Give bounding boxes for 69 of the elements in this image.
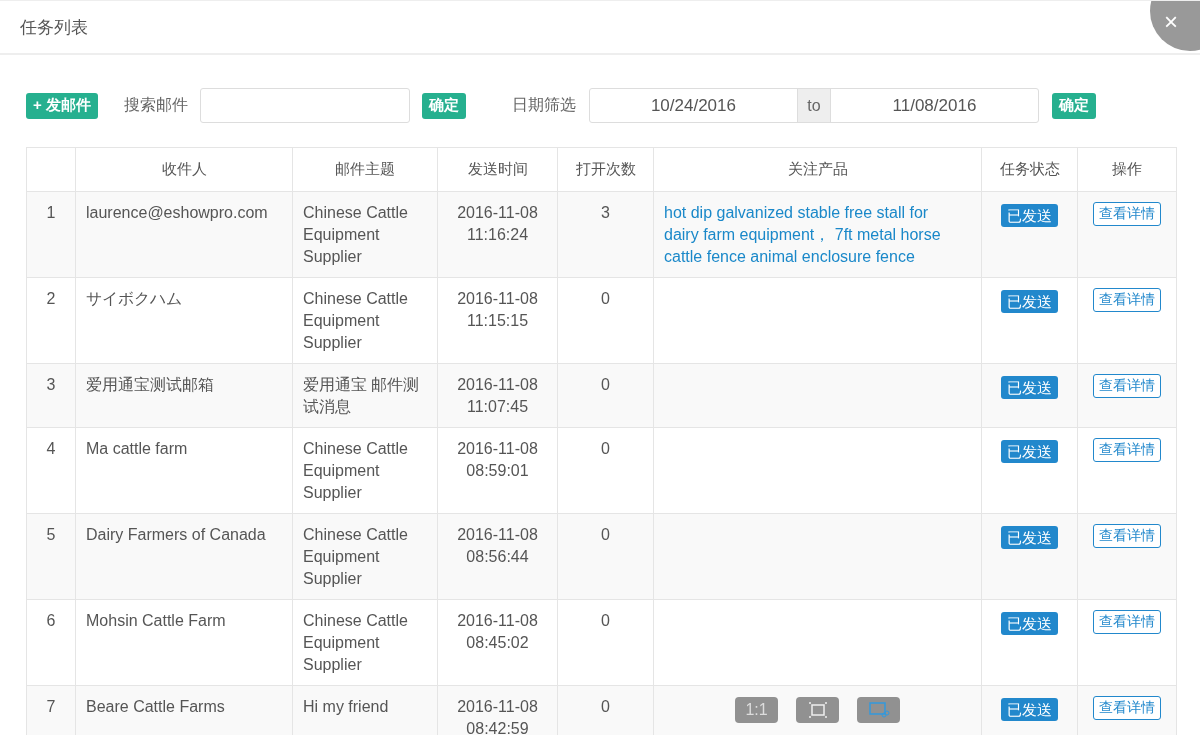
status-badge: 已发送 xyxy=(1001,204,1058,227)
opens-header: 打开次数 xyxy=(557,147,654,192)
row-number: 1 xyxy=(46,203,56,223)
search-field[interactable] xyxy=(199,88,410,123)
subject-text: Chinese Cattle Equipment Supplier xyxy=(303,203,409,267)
frame-icon xyxy=(807,701,828,719)
row-number: 4 xyxy=(46,439,56,459)
recipient-text: Ma cattle farm xyxy=(86,439,188,459)
subject-text: Chinese Cattle Equipment Supplier xyxy=(303,289,409,353)
crop-button[interactable] xyxy=(857,697,900,723)
view-details-button[interactable]: 查看详情 xyxy=(1093,696,1161,720)
sent-time-text: 2016-11-08 08:45:02 xyxy=(456,611,539,653)
open-count-text: 0 xyxy=(601,375,610,395)
sent-time-text: 2016-11-08 11:07:45 xyxy=(456,375,539,417)
sent-time-text: 2016-11-08 11:16:24 xyxy=(456,203,539,245)
recipient-text: Beare Cattle Farms xyxy=(86,697,225,717)
row-number: 2 xyxy=(46,289,56,309)
row-number: 6 xyxy=(46,611,56,631)
search-label: 搜索邮件 xyxy=(123,95,188,115)
recipient-header: 收件人 xyxy=(75,147,293,192)
row-number: 5 xyxy=(46,525,56,545)
status-badge: 已发送 xyxy=(1001,526,1058,549)
view-details-button[interactable]: 查看详情 xyxy=(1093,288,1161,312)
status-badge: 已发送 xyxy=(1001,290,1058,313)
sent-time-text: 2016-11-08 11:15:15 xyxy=(456,289,539,331)
row-number: 3 xyxy=(46,375,56,395)
subject-text: 爱用通宝 邮件测试消息 xyxy=(303,375,421,417)
status-badge: 已发送 xyxy=(1001,612,1058,635)
dialog-title: 任务列表 xyxy=(20,16,88,39)
actual-size-button[interactable]: 1:1 xyxy=(735,697,778,723)
fit-screen-button[interactable] xyxy=(796,697,839,723)
subject-text: Chinese Cattle Equipment Supplier xyxy=(303,439,409,503)
view-details-button[interactable]: 查看详情 xyxy=(1093,524,1161,548)
date-confirm-button[interactable]: 确定 xyxy=(1051,92,1096,119)
recipient-text: Dairy Farmers of Canada xyxy=(86,525,266,545)
sent-time-text: 2016-11-08 08:42:59 xyxy=(456,697,539,735)
recipient-text: Mohsin Cattle Farm xyxy=(86,611,226,631)
status-badge: 已发送 xyxy=(1001,440,1058,463)
open-count-text: 0 xyxy=(601,525,610,545)
subject-text: Chinese Cattle Equipment Supplier xyxy=(303,611,409,675)
action-header: 操作 xyxy=(1077,147,1177,192)
status-badge: 已发送 xyxy=(1001,376,1058,399)
open-count-text: 0 xyxy=(601,697,610,717)
close-button[interactable]: × xyxy=(1150,1,1200,51)
view-details-button[interactable]: 查看详情 xyxy=(1093,374,1161,398)
view-details-button[interactable]: 查看详情 xyxy=(1093,610,1161,634)
recipient-text: サイボクハム xyxy=(86,289,182,309)
row-number: 7 xyxy=(46,697,56,717)
subject-text: Hi my friend xyxy=(303,697,389,717)
status-header: 任务状态 xyxy=(981,147,1078,192)
open-count-text: 0 xyxy=(601,611,610,631)
open-count-text: 0 xyxy=(601,439,610,459)
status-badge: 已发送 xyxy=(1001,698,1058,721)
open-count-text: 3 xyxy=(601,203,610,223)
date-filter-label: 日期筛选 xyxy=(511,95,576,115)
subject-text: Chinese Cattle Equipment Supplier xyxy=(303,525,409,589)
subject-header: 邮件主题 xyxy=(292,147,438,192)
sent-time-text: 2016-11-08 08:59:01 xyxy=(456,439,539,481)
search-confirm-button[interactable]: 确定 xyxy=(421,92,466,119)
view-details-button[interactable]: 查看详情 xyxy=(1093,202,1161,226)
open-count-text: 0 xyxy=(601,289,610,309)
scissors-screen-icon xyxy=(867,701,890,719)
recipient-text: laurence@eshowpro.com xyxy=(86,203,268,223)
time-header: 发送时间 xyxy=(437,147,558,192)
sent-time-text: 2016-11-08 08:56:44 xyxy=(456,525,539,567)
compose-email-button[interactable]: + 发邮件 xyxy=(26,92,98,119)
recipient-text: 爱用通宝测试邮箱 xyxy=(86,375,214,395)
view-details-button[interactable]: 查看详情 xyxy=(1093,438,1161,462)
products-header: 关注产品 xyxy=(653,147,982,192)
